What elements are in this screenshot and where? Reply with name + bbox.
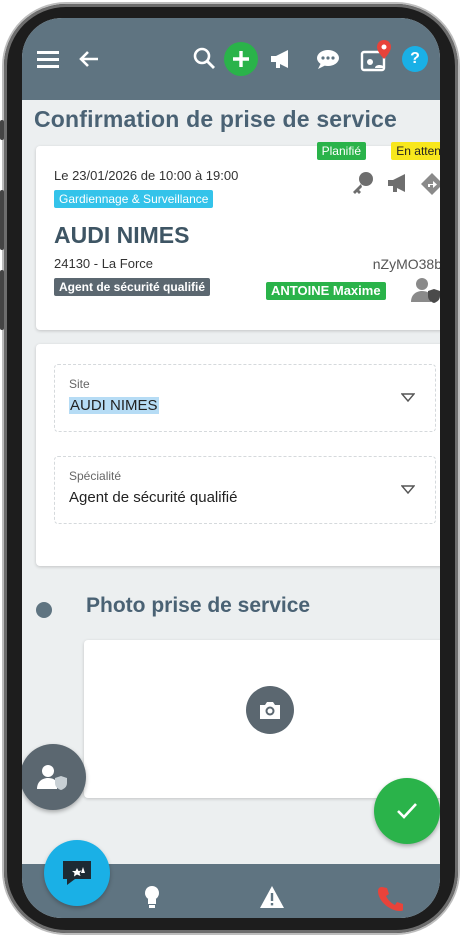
help-icon[interactable]: ?: [402, 46, 428, 72]
role-badge: Agent de sécurité qualifié: [54, 278, 211, 296]
mission-megaphone-icon[interactable]: [386, 172, 414, 198]
checkmark-icon: [397, 803, 417, 819]
share-icon[interactable]: [420, 172, 440, 198]
mute-switch: [0, 120, 4, 140]
agent-shield-icon: [37, 765, 67, 790]
client-name: AUDI NIMES: [54, 222, 190, 248]
key-icon[interactable]: [350, 170, 378, 198]
add-icon[interactable]: [224, 42, 258, 76]
photo-section-title: Photo prise de service: [86, 594, 311, 617]
message-icon: [63, 861, 91, 885]
megaphone-icon[interactable]: [268, 46, 296, 72]
specialty-label: Spécialité: [69, 469, 122, 483]
volume-up-button: [0, 190, 4, 250]
site-label: Site: [69, 377, 90, 391]
chevron-down-icon: [401, 393, 415, 403]
back-arrow-icon[interactable]: [76, 46, 102, 72]
mission-reference: nZyMO38b: [372, 256, 440, 272]
phone-icon[interactable]: [376, 884, 404, 912]
agent-shield-icon[interactable]: [410, 276, 440, 304]
status-badge-planned: Planifié: [316, 142, 366, 160]
message-button[interactable]: [44, 840, 110, 906]
chat-icon[interactable]: [314, 46, 342, 72]
confirm-button[interactable]: [374, 778, 440, 844]
screen: ? Confirmation de prise de service Plani…: [22, 18, 440, 918]
mission-location: 24130 - La Force: [54, 256, 154, 271]
top-bar: ?: [22, 18, 440, 100]
status-badge-waiting: En attente: [391, 142, 440, 160]
category-badge: Gardiennage & Surveillance: [54, 190, 214, 208]
chevron-down-icon: [401, 485, 415, 495]
photo-area[interactable]: [84, 640, 440, 798]
bottom-bar: [22, 840, 440, 918]
agent-badge: ANTOINE Maxime: [266, 282, 386, 300]
warning-icon[interactable]: [258, 884, 286, 910]
site-value: AUDI NIMES: [69, 397, 159, 414]
assign-agent-button[interactable]: [22, 744, 86, 810]
menu-icon[interactable]: [36, 46, 62, 72]
camera-icon[interactable]: [246, 686, 294, 734]
mission-date: Le 23/01/2026 de 10:00 à 19:00: [54, 168, 239, 183]
presence-icon[interactable]: [358, 38, 394, 76]
mission-card[interactable]: Planifié En attente Le 23/01/2026 de 10:…: [36, 142, 440, 330]
page-title: Confirmation de prise de service: [34, 106, 398, 132]
lightbulb-icon[interactable]: [140, 884, 164, 910]
specialty-value: Agent de sécurité qualifié: [69, 489, 238, 506]
search-icon[interactable]: [190, 44, 218, 72]
volume-down-button: [0, 270, 4, 330]
form-card: Site AUDI NIMES Spécialité Agent de sécu…: [36, 344, 440, 566]
specialty-select[interactable]: Spécialité Agent de sécurité qualifié: [54, 456, 436, 524]
section-bullet: [36, 602, 52, 618]
site-select[interactable]: Site AUDI NIMES: [54, 364, 436, 432]
